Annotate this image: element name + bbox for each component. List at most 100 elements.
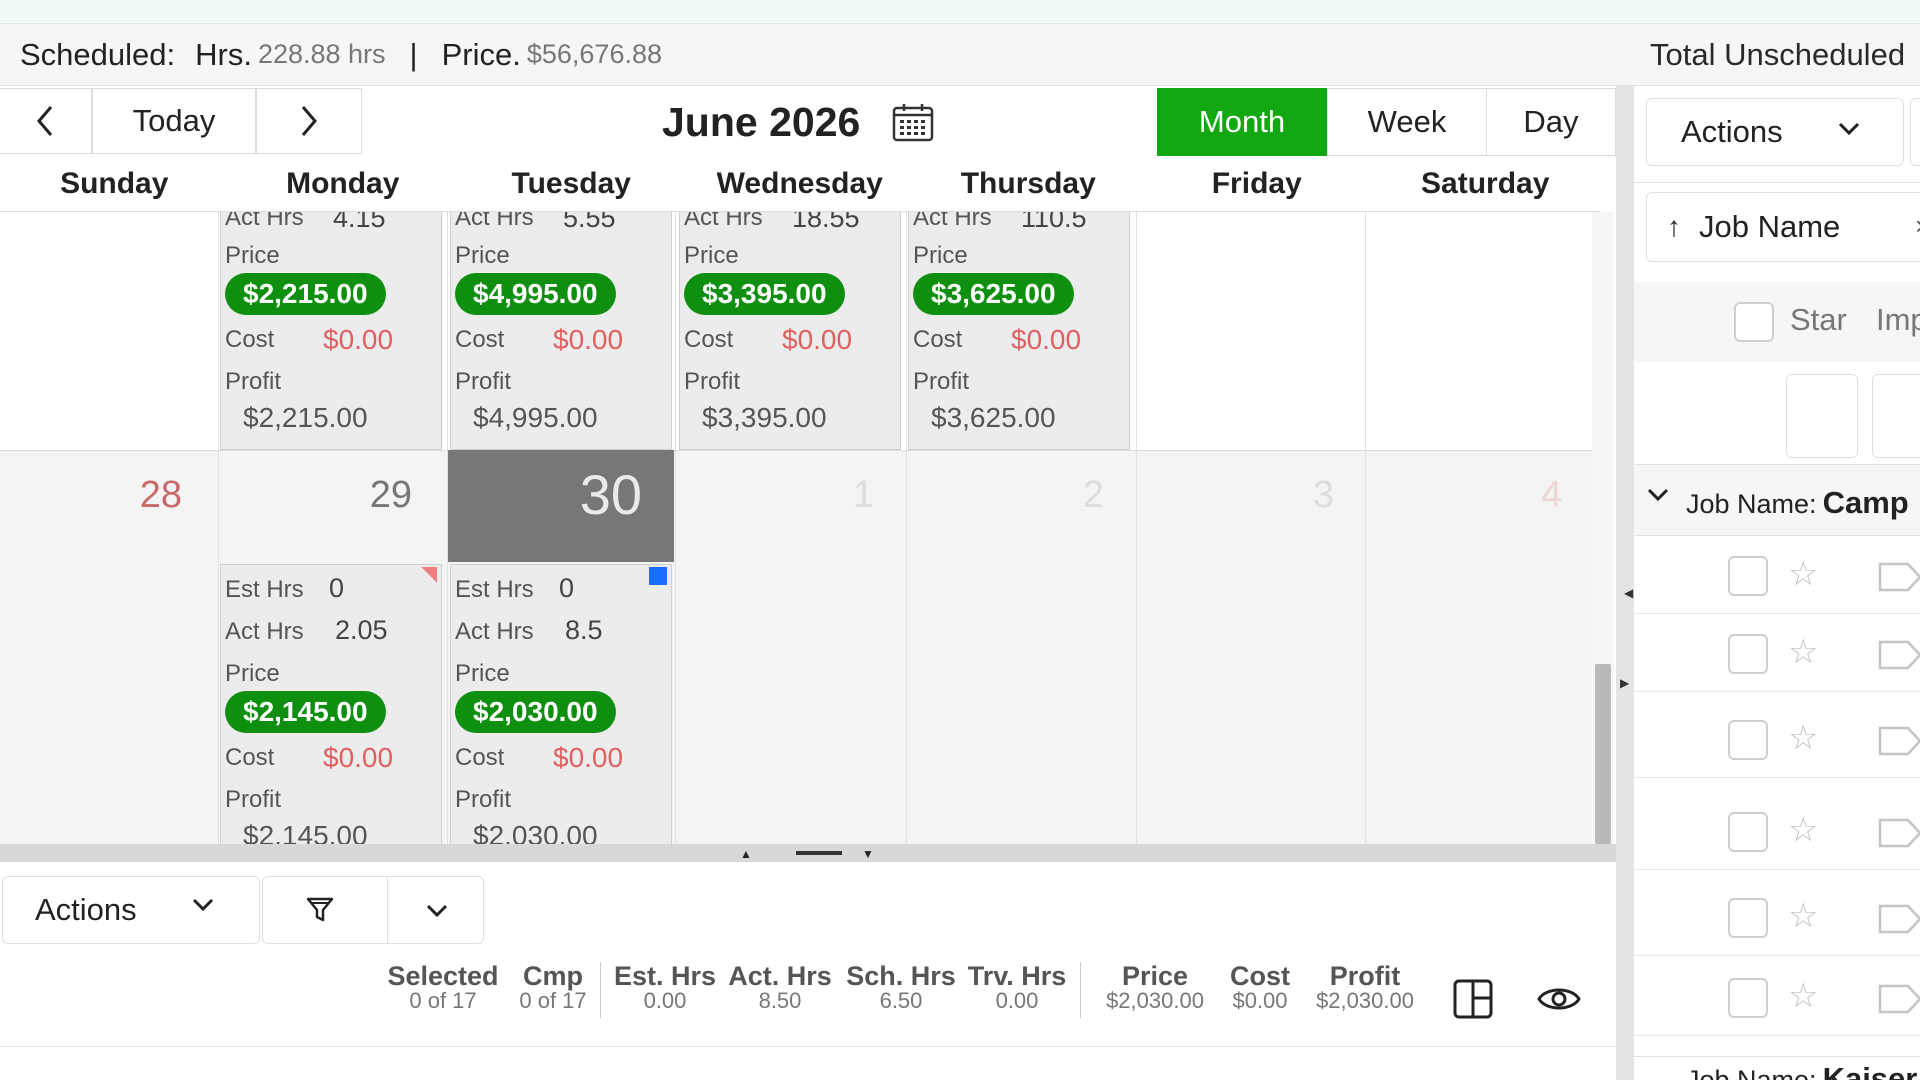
table-row[interactable]: ☆ bbox=[1634, 960, 1920, 1036]
chevron-right-icon bbox=[301, 106, 317, 136]
day-number[interactable]: 28 bbox=[0, 474, 182, 517]
today-cell[interactable]: 30 bbox=[448, 450, 674, 562]
job-card[interactable]: Act Hrs 5.55 Price $4,995.00 Cost $0.00 … bbox=[450, 212, 672, 450]
summary-bar: Scheduled: Hrs. 228.88 hrs | Price. $56,… bbox=[0, 24, 1920, 86]
tag-icon[interactable] bbox=[1878, 904, 1920, 934]
profit-label: Profit bbox=[225, 368, 282, 395]
tag-icon[interactable] bbox=[1878, 640, 1920, 670]
today-day-number: 30 bbox=[579, 463, 642, 526]
calendar-icon[interactable] bbox=[892, 102, 934, 142]
column-imp[interactable]: Imp bbox=[1876, 302, 1920, 338]
chevron-down-icon[interactable] bbox=[425, 903, 449, 919]
select-all-checkbox[interactable] bbox=[1734, 302, 1774, 342]
scrollbar-thumb[interactable] bbox=[1595, 664, 1611, 844]
stat-label: Sch. Hrs bbox=[846, 961, 956, 991]
summary-separator: | bbox=[409, 36, 418, 72]
collapse-left-icon[interactable]: ◀ bbox=[1624, 586, 1633, 600]
panel-secondary-button[interactable] bbox=[1910, 98, 1920, 166]
cost-value: $0.00 bbox=[553, 324, 624, 355]
table-row[interactable]: ☆ bbox=[1634, 880, 1920, 956]
calendar-scrollbar[interactable] bbox=[1592, 212, 1614, 844]
profit-label: Profit bbox=[684, 368, 741, 395]
cost-value: $0.00 bbox=[782, 324, 853, 355]
day-number[interactable]: 4 bbox=[1362, 474, 1562, 517]
column-star[interactable]: Star bbox=[1790, 302, 1847, 338]
day-number[interactable]: 1 bbox=[674, 474, 874, 517]
tag-icon[interactable] bbox=[1878, 818, 1920, 848]
collapse-up-icon[interactable]: ▲ bbox=[740, 847, 752, 861]
status-flag bbox=[649, 567, 667, 585]
row-checkbox[interactable] bbox=[1728, 720, 1768, 760]
panel-splitter[interactable]: ▲ ▼ bbox=[0, 844, 1616, 862]
side-splitter[interactable]: ◀ ▶ bbox=[1616, 86, 1637, 1080]
total-unscheduled-label: Total Unscheduled bbox=[1650, 37, 1906, 72]
cost-label: Cost bbox=[225, 326, 275, 353]
eye-icon[interactable] bbox=[1536, 982, 1582, 1016]
bottom-actions-dropdown[interactable]: Actions bbox=[2, 876, 260, 944]
group-value: Camp bbox=[1822, 485, 1909, 520]
row-checkbox[interactable] bbox=[1728, 978, 1768, 1018]
weekday-monday: Monday bbox=[286, 167, 400, 200]
table-row[interactable]: ☆ bbox=[1634, 616, 1920, 692]
stat-est-hrs: Est. Hrs 0.00 bbox=[612, 962, 718, 1022]
stat-value: 0.00 bbox=[995, 988, 1039, 1013]
stat-value: 8.50 bbox=[758, 988, 802, 1013]
top-strip bbox=[0, 0, 1920, 24]
tag-icon[interactable] bbox=[1878, 726, 1920, 756]
est-hrs-label: Est Hrs bbox=[225, 576, 304, 603]
job-card[interactable]: Est Hrs 0 Act Hrs 2.05 Price $2,145.00 C… bbox=[220, 564, 442, 844]
tag-icon[interactable] bbox=[1878, 984, 1920, 1014]
row-checkbox[interactable] bbox=[1728, 634, 1768, 674]
row-checkbox[interactable] bbox=[1728, 898, 1768, 938]
star-icon[interactable]: ☆ bbox=[1788, 718, 1818, 758]
act-hrs-value: 18.55 bbox=[792, 212, 860, 233]
row-checkbox[interactable] bbox=[1728, 812, 1768, 852]
panel-actions-dropdown[interactable]: Actions bbox=[1646, 98, 1904, 166]
table-row[interactable]: ☆ bbox=[1634, 702, 1920, 778]
remove-sort-icon[interactable]: × bbox=[1915, 211, 1920, 242]
job-card[interactable]: Act Hrs 110.5 Price $3,625.00 Cost $0.00… bbox=[908, 212, 1130, 450]
table-row[interactable]: ☆ bbox=[1634, 538, 1920, 614]
collapse-down-icon[interactable]: ▼ bbox=[862, 847, 874, 861]
next-month-button[interactable] bbox=[256, 88, 362, 154]
job-card[interactable]: Act Hrs 4.15 Price $2,215.00 Cost $0.00 … bbox=[220, 212, 442, 450]
view-week-button[interactable]: Week bbox=[1327, 88, 1487, 156]
star-icon[interactable]: ☆ bbox=[1788, 632, 1818, 672]
drag-handle-icon[interactable] bbox=[796, 851, 842, 855]
star-filter-input[interactable] bbox=[1786, 374, 1858, 458]
imp-filter-input[interactable] bbox=[1872, 374, 1920, 458]
act-hrs-value: 4.15 bbox=[333, 212, 386, 233]
sort-chip[interactable]: ↑ Job Name × bbox=[1646, 192, 1920, 262]
expand-right-icon[interactable]: ▶ bbox=[1620, 676, 1629, 690]
act-hrs-label: Act Hrs bbox=[225, 618, 304, 645]
actions-label: Actions bbox=[35, 892, 137, 927]
prev-month-button[interactable] bbox=[0, 88, 92, 154]
day-number[interactable]: 29 bbox=[212, 474, 412, 517]
row-checkbox[interactable] bbox=[1728, 556, 1768, 596]
group-header[interactable]: Job Name: Camp bbox=[1634, 464, 1920, 536]
day-number[interactable]: 3 bbox=[1134, 474, 1334, 517]
day-number[interactable]: 2 bbox=[904, 474, 1104, 517]
stat-label: Trv. Hrs bbox=[967, 961, 1067, 991]
job-card[interactable]: Act Hrs 18.55 Price $3,395.00 Cost $0.00… bbox=[679, 212, 901, 450]
stat-value: $2,030.00 bbox=[1316, 988, 1414, 1013]
job-card[interactable]: Est Hrs 0 Act Hrs 8.5 Price $2,030.00 Co… bbox=[450, 564, 672, 844]
star-icon[interactable]: ☆ bbox=[1788, 896, 1818, 936]
view-month-button[interactable]: Month bbox=[1157, 88, 1327, 156]
stat-value: 0.00 bbox=[643, 988, 687, 1013]
group-header[interactable]: Job Name: Kaiser bbox=[1634, 1056, 1920, 1080]
layout-icon[interactable] bbox=[1452, 978, 1494, 1020]
star-icon[interactable]: ☆ bbox=[1788, 976, 1818, 1016]
act-hrs-value: 8.5 bbox=[565, 615, 603, 645]
chevron-down-icon bbox=[1647, 488, 1669, 502]
star-icon[interactable]: ☆ bbox=[1788, 554, 1818, 594]
table-row[interactable]: ☆ bbox=[1634, 794, 1920, 870]
view-day-button[interactable]: Day bbox=[1486, 88, 1616, 156]
tag-icon[interactable] bbox=[1878, 562, 1920, 592]
stat-value: 0 of 17 bbox=[519, 988, 587, 1013]
unscheduled-panel: Actions ↑ Job Name × Star Imp Job Name:C… bbox=[1634, 86, 1920, 1080]
price-label: Price bbox=[455, 660, 510, 687]
filter-icon[interactable] bbox=[305, 895, 335, 925]
today-button[interactable]: Today bbox=[92, 88, 256, 154]
star-icon[interactable]: ☆ bbox=[1788, 810, 1818, 850]
